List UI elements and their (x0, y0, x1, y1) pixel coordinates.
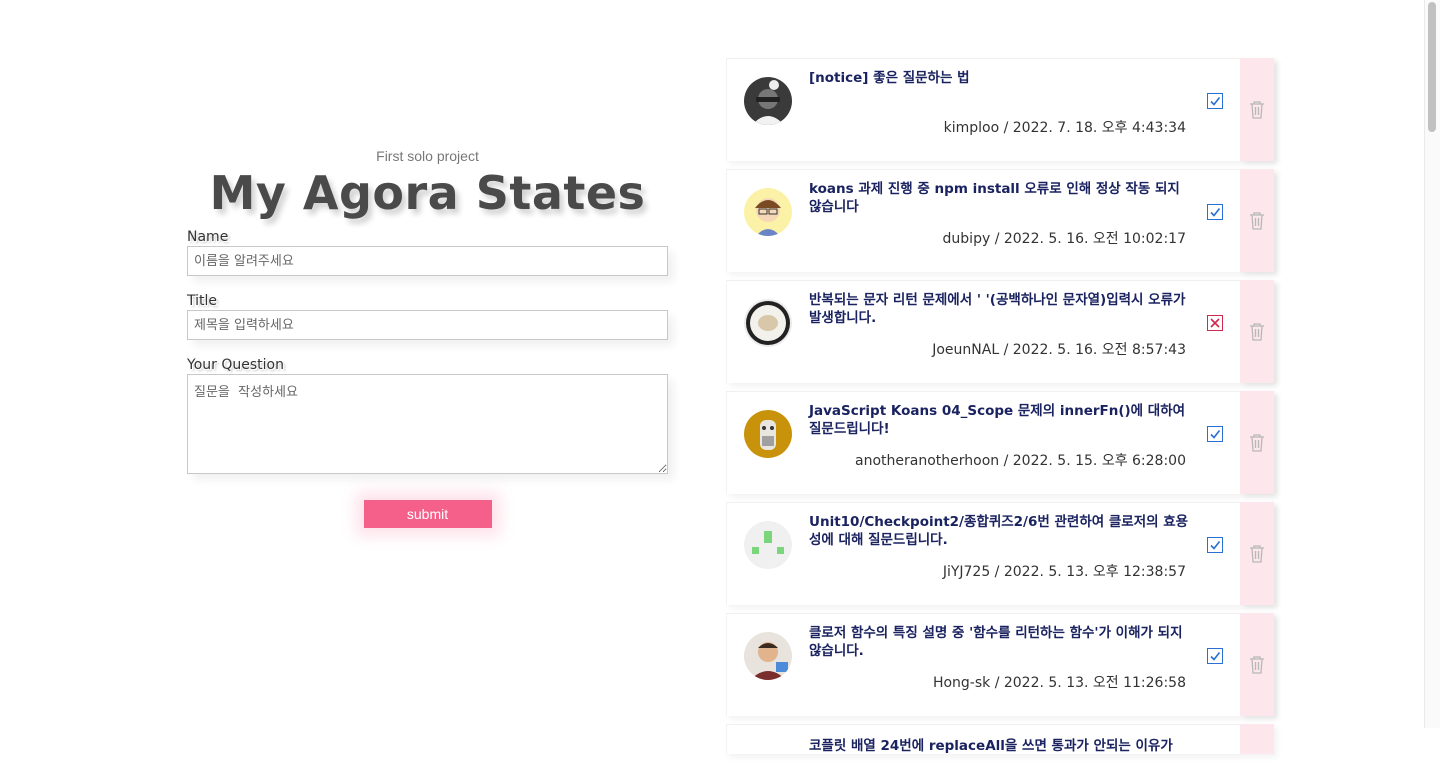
answered-check-icon (1207, 93, 1223, 109)
discussion-content: Unit10/Checkpoint2/종합퀴즈2/6번 관련하여 클로저의 효용… (726, 502, 1240, 605)
discussion-meta: anotheranotherhoon / 2022. 5. 15. 오후 6:2… (855, 453, 1186, 469)
scrollbar-thumb[interactable] (1428, 2, 1436, 132)
discussion-title[interactable]: 클로저 함수의 특징 설명 중 '함수를 리턴하는 함수'가 이해가 되지 않습… (809, 624, 1189, 660)
discussion-title[interactable]: koans 과제 진행 중 npm install 오류로 인해 정상 작동 되… (809, 180, 1189, 216)
avatar (744, 299, 792, 347)
title-input[interactable] (187, 310, 668, 340)
discussion-content: koans 과제 진행 중 npm install 오류로 인해 정상 작동 되… (726, 169, 1240, 272)
discussion-title[interactable]: 반복되는 문자 리턴 문제에서 ' '(공백하나인 문자열)입력시 오류가 발생… (809, 291, 1189, 327)
trash-icon (1250, 544, 1264, 563)
page-scrollbar[interactable] (1424, 0, 1440, 728)
discussion-card: JavaScript Koans 04_Scope 문제의 innerFn()에… (726, 391, 1274, 494)
discussion-content: 코플릿 배열 24번에 replaceAll을 쓰면 통과가 안되는 이유가 무 (726, 724, 1240, 754)
delete-button[interactable] (1240, 391, 1274, 494)
avatar (744, 188, 792, 236)
avatar (744, 410, 792, 458)
trash-icon (1250, 211, 1264, 230)
discussion-card: 코플릿 배열 24번에 replaceAll을 쓰면 통과가 안되는 이유가 무 (726, 724, 1274, 754)
discussion-content: JavaScript Koans 04_Scope 문제의 innerFn()에… (726, 391, 1240, 494)
trash-icon (1250, 433, 1264, 452)
page-subtitle: First solo project (376, 148, 479, 164)
delete-button[interactable] (1240, 58, 1274, 161)
discussion-content: [notice] 좋은 질문하는 법 kimploo / 2022. 7. 18… (726, 58, 1240, 161)
delete-button[interactable] (1240, 169, 1274, 272)
discussion-content: 반복되는 문자 리턴 문제에서 ' '(공백하나인 문자열)입력시 오류가 발생… (726, 280, 1240, 383)
submit-row: submit (187, 500, 668, 528)
discussion-card: 반복되는 문자 리턴 문제에서 ' '(공백하나인 문자열)입력시 오류가 발생… (726, 280, 1274, 383)
avatar (744, 77, 792, 125)
discussion-card: koans 과제 진행 중 npm install 오류로 인해 정상 작동 되… (726, 169, 1274, 272)
discussion-meta: JoeunNAL / 2022. 5. 16. 오전 8:57:43 (932, 342, 1186, 358)
trash-icon (1250, 322, 1264, 341)
name-input[interactable] (187, 246, 668, 276)
discussion-list: [notice] 좋은 질문하는 법 kimploo / 2022. 7. 18… (726, 58, 1274, 762)
discussion-meta: JiYJ725 / 2022. 5. 13. 오후 12:38:57 (942, 564, 1186, 580)
delete-button[interactable] (1240, 280, 1274, 383)
discussion-title[interactable]: JavaScript Koans 04_Scope 문제의 innerFn()에… (809, 402, 1189, 438)
avatar (744, 632, 792, 680)
trash-icon (1250, 100, 1264, 119)
discussion-content: 클로저 함수의 특징 설명 중 '함수를 리턴하는 함수'가 이해가 되지 않습… (726, 613, 1240, 716)
name-label: Name (187, 229, 229, 245)
discussion-card: Unit10/Checkpoint2/종합퀴즈2/6번 관련하여 클로저의 효용… (726, 502, 1274, 605)
delete-button[interactable] (1240, 613, 1274, 716)
question-textarea[interactable] (187, 374, 668, 474)
discussion-title[interactable]: [notice] 좋은 질문하는 법 (809, 69, 1189, 87)
page-title: My Agora States (209, 166, 646, 220)
discussion-meta: kimploo / 2022. 7. 18. 오후 4:43:34 (943, 120, 1186, 136)
discussion-card: [notice] 좋은 질문하는 법 kimploo / 2022. 7. 18… (726, 58, 1274, 161)
discussion-card: 클로저 함수의 특징 설명 중 '함수를 리턴하는 함수'가 이해가 되지 않습… (726, 613, 1274, 716)
discussion-meta: dubipy / 2022. 5. 16. 오전 10:02:17 (942, 231, 1186, 247)
answered-check-icon (1207, 648, 1223, 664)
question-label: Your Question (187, 357, 284, 373)
discussion-title[interactable]: Unit10/Checkpoint2/종합퀴즈2/6번 관련하여 클로저의 효용… (809, 513, 1189, 549)
unanswered-x-icon (1207, 315, 1223, 331)
submit-button[interactable]: submit (363, 500, 492, 528)
delete-button[interactable] (1240, 724, 1274, 754)
delete-button[interactable] (1240, 502, 1274, 605)
answered-check-icon (1207, 204, 1223, 220)
avatar (744, 521, 792, 569)
answered-check-icon (1207, 426, 1223, 442)
trash-icon (1250, 655, 1264, 674)
discussion-title[interactable]: 코플릿 배열 24번에 replaceAll을 쓰면 통과가 안되는 이유가 무 (809, 737, 1189, 754)
discussion-meta: Hong-sk / 2022. 5. 13. 오전 11:26:58 (932, 675, 1186, 691)
title-label: Title (187, 293, 218, 309)
answered-check-icon (1207, 537, 1223, 553)
question-form: First solo project My Agora States Name … (187, 148, 668, 528)
